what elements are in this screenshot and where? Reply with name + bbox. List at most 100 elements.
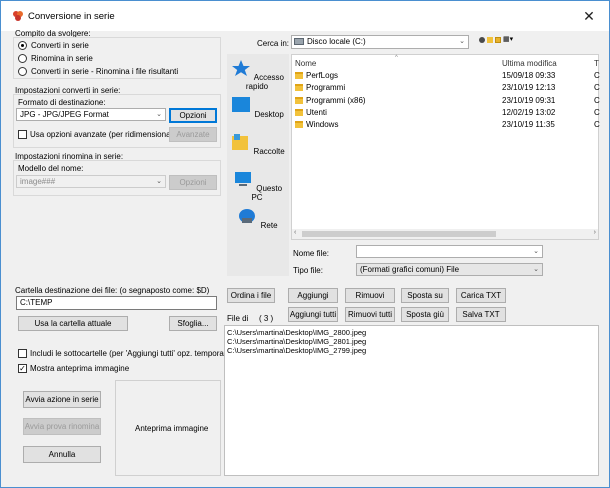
remove-all-button[interactable]: Rimuovi tutti — [345, 307, 395, 322]
drive-icon — [294, 38, 304, 45]
chevron-down-icon: ⌄ — [156, 111, 162, 118]
file-row[interactable]: Utenti — [295, 108, 327, 117]
nav-network-label: Rete — [260, 221, 278, 230]
files-count: ( 3 ) — [259, 314, 274, 323]
sort-files-button[interactable]: Ordina i file — [227, 288, 275, 303]
nav-this-pc-label: Questo PC — [251, 184, 283, 202]
format-select-value: JPG - JPG/JPEG Format — [20, 110, 109, 119]
libraries-icon — [232, 134, 249, 150]
star-icon — [231, 60, 250, 76]
file-row[interactable]: Programmi (x86) — [295, 96, 366, 105]
filetype-value: (Formati grafici comuni) File — [360, 265, 460, 274]
file-row-name: Programmi (x86) — [306, 96, 366, 105]
filetype-label: Tipo file: — [293, 266, 323, 275]
back-icon[interactable] — [479, 37, 485, 43]
move-down-button[interactable]: Sposta giù — [401, 307, 449, 322]
scroll-left-icon[interactable]: ‹ — [294, 229, 296, 236]
sort-up-icon: ^ — [395, 55, 398, 61]
column-name[interactable]: Nome — [295, 59, 316, 68]
file-row[interactable]: Programmi — [295, 83, 345, 92]
file-row-name: PerfLogs — [306, 71, 339, 80]
file-row-type: C — [594, 83, 600, 92]
look-in-label: Cerca in: — [257, 39, 290, 48]
filetype-select[interactable]: (Formati grafici comuni) File ⌄ — [356, 263, 543, 276]
nav-this-pc[interactable]: Questo PC — [228, 170, 286, 202]
app-icon — [13, 11, 23, 21]
file-row[interactable]: Windows — [295, 120, 338, 129]
pattern-select[interactable]: image### ⌄ — [16, 175, 166, 188]
file-row-name: Programmi — [306, 83, 346, 92]
save-txt-button[interactable]: Salva TXT — [456, 307, 506, 322]
advanced-options-label[interactable]: Usa opzioni avanzate (per ridimensiona..… — [30, 130, 180, 139]
nav-network[interactable]: Rete — [228, 207, 286, 230]
show-preview-checkbox[interactable]: ✓ — [18, 364, 27, 373]
use-current-folder-button[interactable]: Usa la cartella attuale — [18, 316, 128, 331]
preview-panel: Anteprima immagine — [115, 380, 221, 476]
show-preview-label[interactable]: Mostra anteprima immagine — [30, 364, 129, 373]
horizontal-scrollbar[interactable]: ‹ › — [292, 229, 598, 239]
nav-desktop-label: Desktop — [254, 110, 284, 119]
look-in-select[interactable]: Disco locale (C:) ⌄ — [291, 35, 469, 49]
view-menu-icon[interactable]: ▦▾ — [503, 35, 513, 43]
browse-button[interactable]: Sfoglia... — [169, 316, 217, 331]
move-up-button[interactable]: Sposta su — [401, 288, 449, 303]
advanced-options-checkbox[interactable] — [18, 130, 27, 139]
close-icon[interactable]: ✕ — [569, 1, 609, 31]
load-txt-button[interactable]: Carica TXT — [456, 288, 506, 303]
file-row[interactable]: PerfLogs — [295, 71, 338, 80]
pattern-options-button[interactable]: Opzioni — [169, 175, 217, 190]
file-row-type: C — [594, 108, 600, 117]
radio-convert[interactable] — [18, 41, 27, 50]
list-item[interactable]: C:\Users\martina\Desktop\IMG_2800.jpeg — [227, 328, 596, 337]
folder-icon — [295, 121, 303, 128]
pattern-label: Modello del nome: — [18, 164, 84, 173]
start-batch-button[interactable]: Avvia azione in serie — [23, 391, 101, 408]
pattern-select-value: image### — [20, 177, 56, 186]
files-label: File di — [227, 314, 249, 323]
radio-convert-rename[interactable] — [18, 67, 27, 76]
file-list-view[interactable]: Nome ^ Ultima modifica T PerfLogs 15/09/… — [291, 54, 600, 240]
chevron-down-icon: ⌄ — [533, 248, 539, 255]
add-button[interactable]: Aggiungi — [288, 288, 338, 303]
nav-libraries-label: Raccolte — [253, 147, 285, 156]
folder-icon — [295, 72, 303, 79]
file-row-name: Utenti — [306, 108, 327, 117]
column-modified[interactable]: Ultima modifica — [502, 59, 557, 68]
advanced-button[interactable]: Avanzate — [169, 127, 217, 142]
filename-input[interactable]: ⌄ — [356, 245, 543, 258]
column-type[interactable]: T — [594, 59, 599, 68]
radio-rename[interactable] — [18, 54, 27, 63]
chevron-down-icon: ⌄ — [156, 178, 162, 185]
cancel-button[interactable]: Annulla — [23, 446, 101, 463]
format-select[interactable]: JPG - JPG/JPEG Format ⌄ — [16, 108, 166, 121]
remove-button[interactable]: Rimuovi — [345, 288, 395, 303]
nav-quick-access[interactable]: Accesso rapido — [228, 59, 286, 91]
nav-quick-access-label: Accesso rapido — [245, 73, 284, 91]
radio-convert-rename-label[interactable]: Converti in serie - Rinomina i file risu… — [31, 67, 178, 76]
scroll-right-icon[interactable]: › — [594, 229, 596, 236]
file-row-date: 23/10/19 09:31 — [502, 96, 556, 105]
folder-icon — [295, 109, 303, 116]
scrollbar-thumb[interactable] — [302, 231, 496, 237]
batch-file-list[interactable]: C:\Users\martina\Desktop\IMG_2800.jpeg C… — [224, 325, 599, 476]
file-row-date: 12/02/19 13:02 — [502, 108, 556, 117]
file-row-date: 15/09/18 09:33 — [502, 71, 556, 80]
nav-libraries[interactable]: Raccolte — [228, 133, 286, 156]
chevron-down-icon: ⌄ — [459, 38, 465, 45]
look-in-value: Disco locale (C:) — [307, 37, 366, 46]
include-subfolders-checkbox[interactable] — [18, 349, 27, 358]
test-rename-button[interactable]: Avvia prova rinomina — [23, 418, 101, 435]
file-row-date: 23/10/19 11:35 — [502, 120, 555, 129]
new-folder-icon[interactable] — [495, 37, 501, 43]
list-item[interactable]: C:\Users\martina\Desktop\IMG_2801.jpeg — [227, 337, 596, 346]
radio-convert-label[interactable]: Converti in serie — [31, 41, 89, 50]
radio-rename-label[interactable]: Rinomina in serie — [31, 54, 93, 63]
list-item[interactable]: C:\Users\martina\Desktop\IMG_2799.jpeg — [227, 346, 596, 355]
nav-desktop[interactable]: Desktop — [228, 96, 286, 119]
include-subfolders-label[interactable]: Includi le sottocartelle (per 'Aggiungi … — [30, 349, 240, 358]
add-all-button[interactable]: Aggiungi tutti — [288, 307, 338, 322]
up-folder-icon[interactable] — [487, 37, 493, 43]
format-options-button[interactable]: Opzioni — [169, 108, 217, 123]
destination-input[interactable]: C:\TEMP — [16, 296, 217, 310]
preview-label: Anteprima immagine — [135, 424, 209, 433]
